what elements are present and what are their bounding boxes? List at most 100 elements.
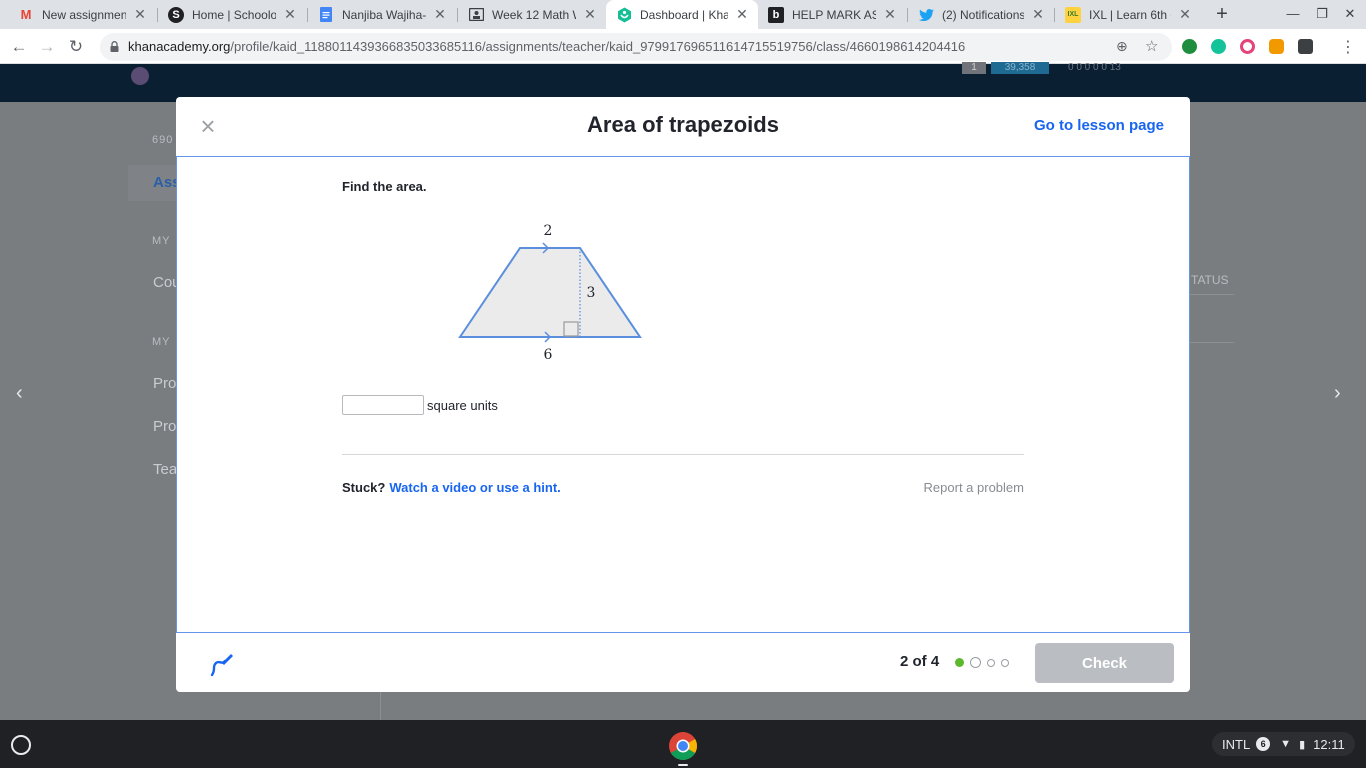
classroom-icon: [468, 7, 484, 23]
carousel-next-icon[interactable]: ›: [1334, 382, 1341, 405]
khan-academy-icon: [616, 7, 632, 23]
tab-gmail[interactable]: M New assignment: " ✕: [8, 0, 156, 29]
close-icon[interactable]: ✕: [432, 6, 448, 23]
bg-item: Tea: [153, 461, 178, 478]
launcher-icon[interactable]: [11, 735, 31, 755]
tab-title: (2) Notifications /: [942, 7, 1024, 22]
answer-input[interactable]: [342, 395, 424, 415]
lock-icon: [110, 41, 119, 52]
clock: 12:11: [1313, 736, 1345, 752]
badge-counts: 0 0 0 0 0 13: [1068, 62, 1121, 73]
browser-toolbar: ← → ↻ khanacademy.org/profile/kaid_11880…: [0, 29, 1366, 64]
go-to-lesson-link[interactable]: Go to lesson page: [1034, 117, 1164, 134]
menu-kebab-icon[interactable]: ⋮: [1340, 37, 1356, 57]
running-indicator: [678, 764, 688, 766]
tab-classroom[interactable]: Week 12 Math Wo ✕: [458, 0, 606, 29]
address-bar[interactable]: khanacademy.org/profile/kaid_11880114393…: [100, 33, 1172, 61]
close-icon[interactable]: ✕: [582, 6, 598, 23]
tab-title: Home | Schoology: [192, 7, 276, 22]
bg-divider: [1190, 342, 1234, 343]
brainly-icon: b: [768, 6, 784, 23]
report-problem-link[interactable]: Report a problem: [924, 480, 1024, 495]
tab-title: New assignment: ": [42, 7, 126, 22]
tab-title: HELP MARK AS BR: [792, 7, 876, 22]
tab-title: Week 12 Math Wo: [492, 7, 576, 22]
modal-footer: 2 of 4 Check: [176, 633, 1190, 692]
chrome-icon[interactable]: [668, 731, 698, 761]
tab-title: Dashboard | Khan: [640, 7, 728, 22]
close-icon[interactable]: ✕: [132, 6, 148, 23]
progress-dot: [970, 657, 981, 668]
forward-arrow-icon[interactable]: →: [36, 36, 58, 58]
progress-dot: [955, 658, 964, 667]
restore-icon[interactable]: ❐: [1312, 6, 1332, 22]
battery-icon: ▮: [1299, 738, 1306, 751]
modal-body: [176, 157, 1190, 633]
tab-brainly[interactable]: b HELP MARK AS BR ✕: [758, 0, 906, 29]
extension-avatar-icon[interactable]: [1269, 39, 1284, 54]
close-icon[interactable]: ✕: [1177, 6, 1193, 23]
tab-schoology[interactable]: S Home | Schoology ✕: [158, 0, 306, 29]
bg-status-col: TATUS: [1191, 273, 1229, 287]
url-path: /profile/kaid_118801143936683503368511​6…: [230, 39, 966, 54]
bookmark-star-icon[interactable]: ☆: [1145, 37, 1158, 55]
status-tray[interactable]: INTL 6 ▼ ▮ 12:11: [1212, 732, 1355, 756]
close-icon[interactable]: ✕: [282, 6, 298, 23]
zoom-icon[interactable]: ⊕: [1116, 38, 1128, 55]
url-host: khanacademy.org: [128, 39, 231, 54]
ixl-icon: IXL: [1065, 6, 1081, 23]
progress-dot: [1001, 658, 1009, 667]
bg-divider: [1190, 294, 1234, 295]
bg-item: Pro: [153, 418, 177, 435]
progress-dots: [955, 657, 1015, 668]
content-divider: [342, 454, 1024, 455]
bg-my-label: MY: [152, 235, 171, 247]
bg-my-label: MY: [152, 336, 171, 348]
stat-badge: 1: [962, 62, 986, 74]
hint-link[interactable]: Watch a video or use a hint.: [389, 480, 560, 495]
check-button[interactable]: Check: [1035, 643, 1174, 683]
stuck-label: Stuck?: [342, 480, 386, 495]
extension-green-icon[interactable]: [1182, 39, 1197, 54]
schoology-icon: S: [168, 6, 184, 23]
answer-row: square units: [342, 395, 498, 415]
top-base-label: 2: [544, 223, 553, 239]
avatar: [131, 67, 149, 85]
carousel-prev-icon[interactable]: ‹: [16, 382, 23, 405]
os-shelf: INTL 6 ▼ ▮ 12:11: [0, 720, 1366, 768]
points-badge: 39,358: [991, 62, 1049, 74]
tab-twitter[interactable]: (2) Notifications / ✕: [908, 0, 1054, 29]
tab-strip: M New assignment: " ✕ S Home | Schoology…: [0, 0, 1366, 29]
window-close-icon[interactable]: ✕: [1340, 6, 1360, 22]
exercise-modal: × Area of trapezoids Go to lesson page F…: [176, 97, 1190, 692]
google-docs-icon: [318, 7, 334, 23]
tab-ixl[interactable]: IXL IXL | Learn 6th gra ✕: [1055, 0, 1201, 29]
reload-icon[interactable]: ↻: [65, 36, 87, 58]
ime-label: INTL: [1222, 736, 1251, 752]
close-icon[interactable]: ✕: [882, 6, 898, 23]
close-icon[interactable]: ✕: [734, 6, 750, 23]
bg-item: Pro: [153, 375, 177, 392]
close-icon[interactable]: ✕: [1030, 6, 1046, 23]
tab-google-docs[interactable]: Nanjiba Wajiha-6th ✕: [308, 0, 456, 29]
back-arrow-icon[interactable]: ←: [8, 36, 30, 58]
progress-dot: [987, 658, 995, 667]
bg-divider: [380, 692, 381, 720]
tab-khan-academy[interactable]: Dashboard | Khan ✕: [606, 0, 758, 29]
minimize-icon[interactable]: —: [1283, 6, 1303, 21]
progress-text: 2 of 4: [900, 653, 940, 670]
trapezoid-figure: 2 3 6: [458, 223, 642, 363]
units-label: square units: [427, 397, 498, 413]
twitter-icon: [918, 7, 934, 23]
url-text: khanacademy.org/profile/kaid_11880114393…: [128, 39, 965, 54]
modal-header: × Area of trapezoids Go to lesson page: [176, 97, 1190, 157]
notification-badge: 6: [1256, 737, 1271, 751]
wifi-icon: ▼: [1280, 738, 1292, 750]
stuck-row: Stuck? Watch a video or use a hint.: [342, 480, 561, 495]
new-tab-button[interactable]: +: [1212, 4, 1232, 24]
extension-target-icon[interactable]: [1240, 39, 1255, 54]
download-extension-icon[interactable]: [1298, 39, 1313, 54]
grammarly-icon[interactable]: [1211, 39, 1226, 54]
scratchpad-pencil-icon[interactable]: [208, 651, 234, 677]
bottom-base-label: 6: [544, 347, 553, 363]
